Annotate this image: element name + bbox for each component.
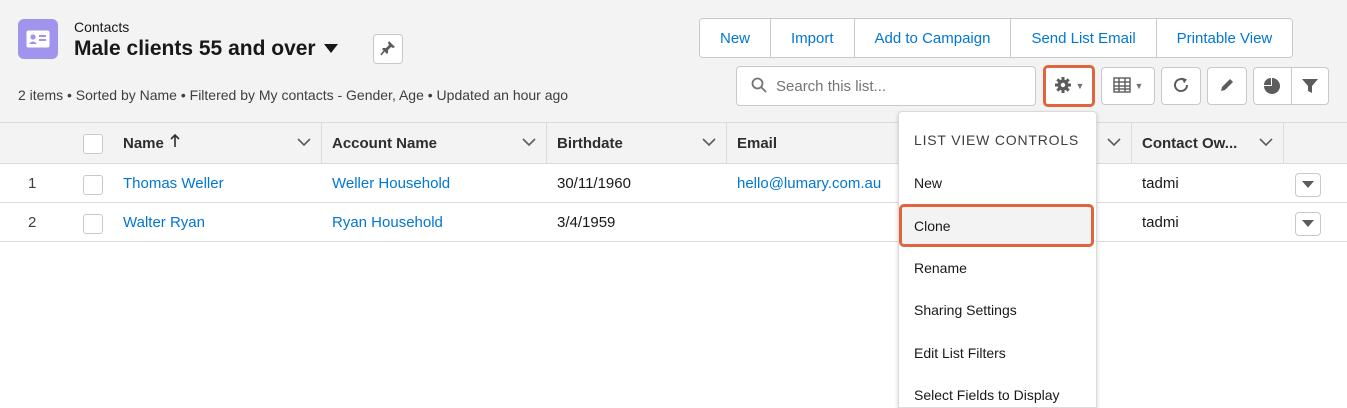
column-header-contact-owner[interactable]: Contact Ow... [1132,123,1284,163]
menu-item-clone-label: Clone [914,217,951,234]
row-number: 1 [28,175,37,192]
import-button[interactable]: Import [771,19,855,57]
email-link[interactable]: hello@lumary.com.au [737,164,881,203]
account-name-link[interactable]: Weller Household [332,164,450,203]
column-header-account-name[interactable]: Account Name [322,123,547,163]
owner-cell: tadmi [1142,175,1179,192]
select-all-checkbox[interactable] [83,134,103,154]
display-as-button[interactable]: ▼ [1101,67,1155,105]
sort-ascending-icon [170,133,180,152]
list-view-controls-button[interactable]: ▼ [1043,65,1095,107]
contact-name-link[interactable]: Thomas Weller [123,164,224,203]
page-title: Male clients 55 and over [74,37,316,60]
refresh-button[interactable] [1161,67,1201,105]
filter-icon [1301,79,1318,93]
menu-item-rename[interactable]: Rename [914,260,967,276]
owner-cell: tadmi [1142,214,1179,231]
printable-view-button[interactable]: Printable View [1156,19,1293,57]
menu-item-new[interactable]: New [914,175,942,191]
row-number: 2 [28,214,37,231]
chart-filter-button-group [1253,67,1329,105]
pie-chart-icon [1264,78,1281,94]
caret-down-icon: ▼ [1075,81,1085,91]
column-header-birthdate[interactable]: Birthdate [547,123,727,163]
birthdate-cell: 30/11/1960 [557,175,631,192]
search-box [736,66,1036,106]
row-checkbox[interactable] [83,175,103,195]
account-name-link[interactable]: Ryan Household [332,203,443,242]
new-button[interactable]: New [700,19,772,57]
chevron-down-icon[interactable] [522,135,536,153]
caret-down-icon [1302,220,1314,227]
menu-item-select-fields[interactable]: Select Fields to Display [914,387,1060,403]
gear-icon [1054,76,1072,97]
chevron-down-icon[interactable] [1107,135,1121,153]
list-view-controls-menu: LIST VIEW CONTROLS New Clone Rename Shar… [898,111,1097,408]
object-label: Contacts [74,19,130,35]
search-icon [751,77,767,96]
row-number-header [0,123,72,163]
table-row: 2 Walter Ryan Ryan Household 3/4/1959 ta… [0,203,1347,242]
pin-icon [380,40,396,59]
menu-item-edit-list-filters[interactable]: Edit List Filters [914,345,1006,361]
list-summary: 2 items • Sorted by Name • Filtered by M… [18,87,569,103]
action-button-group: New Import Add to Campaign Send List Ema… [699,18,1294,58]
list-view-header: Contacts Male clients 55 and over 2 item… [0,0,1347,122]
add-to-campaign-button[interactable]: Add to Campaign [854,19,1012,57]
caret-down-icon [323,41,338,57]
list-view-switcher[interactable]: Male clients 55 and over [74,37,338,61]
chevron-down-icon[interactable] [297,135,311,153]
caret-down-icon: ▼ [1134,81,1144,91]
menu-heading: LIST VIEW CONTROLS [914,132,1080,148]
column-header-name[interactable]: Name [113,123,322,163]
pin-list-button[interactable] [373,34,403,64]
caret-down-icon [1302,181,1314,188]
table-row: 1 Thomas Weller Weller Household 30/11/1… [0,164,1347,203]
show-charts-button[interactable] [1254,68,1292,104]
table-header: Name Account Name Birthdate Email Contac… [0,123,1347,164]
birthdate-cell: 3/4/1959 [557,214,616,231]
pencil-icon [1219,77,1235,96]
refresh-icon [1172,76,1190,97]
menu-item-sharing-settings[interactable]: Sharing Settings [914,302,1017,318]
search-input[interactable] [776,77,1016,95]
row-actions-button[interactable] [1295,212,1321,236]
table-icon [1112,76,1131,96]
chevron-down-icon[interactable] [702,135,716,153]
inline-edit-button[interactable] [1207,67,1247,105]
row-actions-button[interactable] [1295,173,1321,197]
send-list-email-button[interactable]: Send List Email [1011,19,1157,57]
chevron-down-icon[interactable] [1259,135,1273,153]
row-checkbox[interactable] [83,214,103,234]
contact-card-icon [18,19,58,59]
filters-button[interactable] [1292,68,1329,104]
contact-name-link[interactable]: Walter Ryan [123,203,205,242]
contacts-table: Name Account Name Birthdate Email Contac… [0,122,1347,408]
menu-item-clone[interactable]: Clone [899,204,1094,247]
